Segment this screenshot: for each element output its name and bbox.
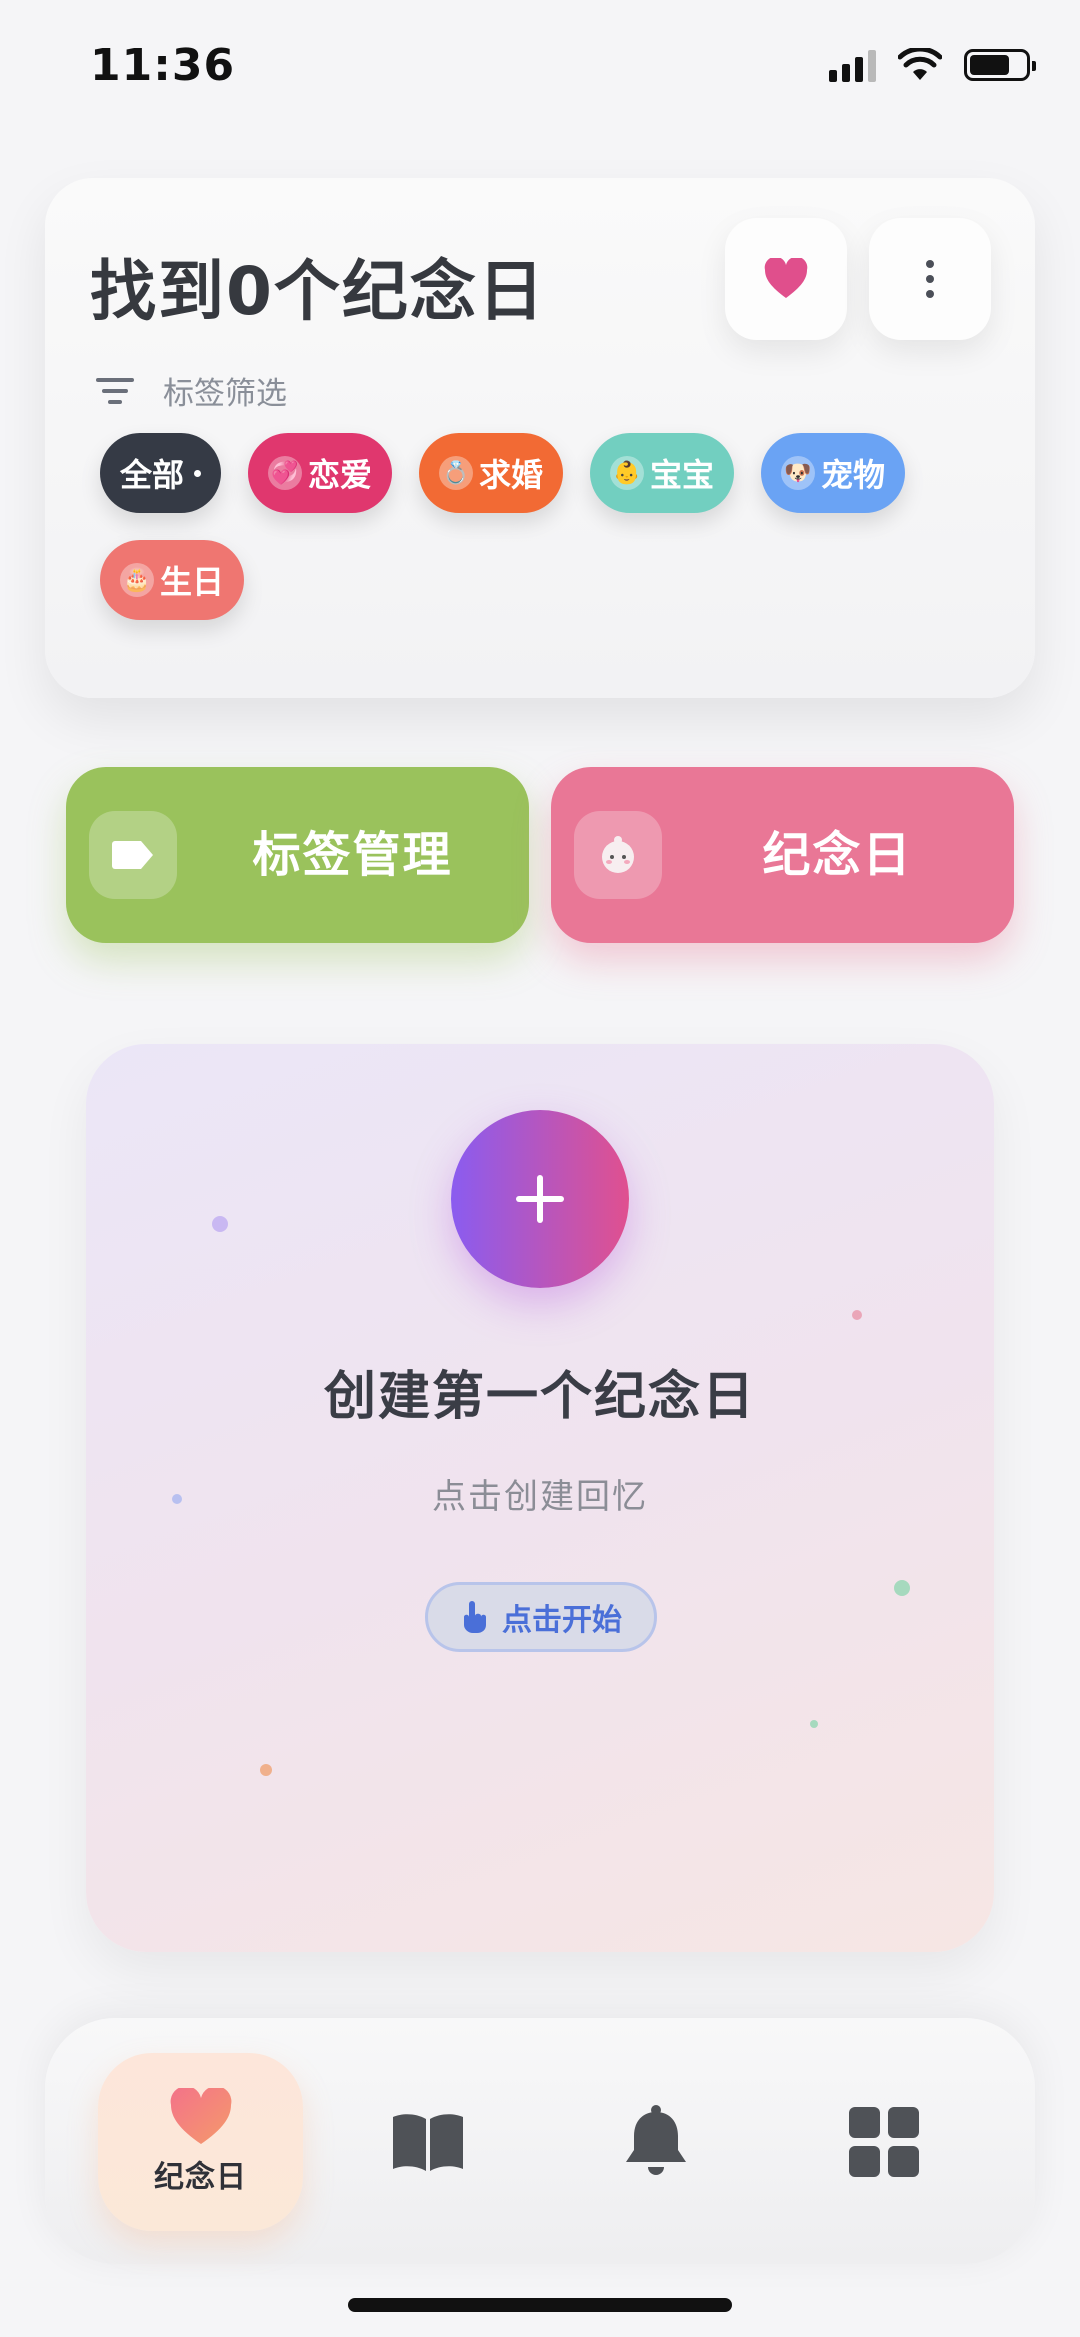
decor-dot [212, 1216, 228, 1232]
tag-management-label: 标签管理 [252, 827, 453, 883]
nav-tab-more[interactable] [781, 2053, 986, 2231]
cake-emoji-icon: 🎂 [120, 563, 154, 597]
nav-tab-book[interactable] [325, 2053, 530, 2231]
tag-filter-header: 标签筛选 [95, 368, 287, 413]
heart-icon [764, 258, 808, 298]
tag-chip-label: 求婚 [479, 456, 544, 494]
plus-icon [516, 1175, 564, 1223]
status-bar: 11:36 [0, 0, 1080, 130]
status-time: 11:36 [90, 40, 236, 91]
tag-filter-label: 标签筛选 [163, 376, 287, 412]
add-anniversary-button[interactable] [451, 1110, 629, 1288]
book-icon [392, 2114, 463, 2171]
signal-icon [829, 48, 876, 82]
tag-icon-wrapper [89, 811, 177, 899]
love-emoji-icon: 💞 [268, 456, 303, 490]
grid-icon [848, 2107, 919, 2177]
decor-dot [894, 1580, 910, 1596]
tag-chip-label: 生日 [160, 563, 225, 601]
wifi-icon [898, 48, 942, 80]
start-button[interactable]: 点击开始 [425, 1582, 657, 1652]
baby-emoji-icon: 👶 [610, 456, 645, 490]
tag-chip-label: 宠物 [821, 456, 886, 494]
pet-emoji-icon: 🐶 [781, 456, 816, 490]
home-indicator [348, 2298, 732, 2312]
tag-chip-love[interactable]: 💞 恋爱 [248, 433, 393, 513]
start-button-label: 点击开始 [502, 1603, 622, 1638]
summary-card: 找到0个纪念日 标签筛选 全部 💞 恋爱 💍 求婚 👶 宝宝 🐶 宠物 🎂 生日 [45, 178, 1035, 698]
decor-dot [260, 1764, 272, 1776]
tag-chip-label: 全部 [120, 456, 185, 494]
favorites-button[interactable] [725, 218, 847, 340]
nav-tab-notifications[interactable] [553, 2053, 758, 2231]
more-vertical-icon [926, 260, 934, 298]
tag-chip-label: 恋爱 [308, 456, 373, 494]
anniversary-label: 纪念日 [762, 827, 913, 883]
heart-icon [170, 2088, 231, 2144]
bottom-navigation: 纪念日 [45, 2018, 1035, 2264]
battery-icon [964, 49, 1036, 81]
decor-dot [810, 1720, 818, 1728]
filter-icon [95, 377, 135, 404]
anniversary-button[interactable]: 纪念日 [551, 767, 1014, 943]
tap-hand-icon [464, 1601, 486, 1633]
status-icons [829, 48, 1036, 82]
tag-management-button[interactable]: 标签管理 [66, 767, 529, 943]
mascot-icon [602, 836, 634, 873]
anniversary-icon-wrapper [574, 811, 662, 899]
page-title: 找到0个纪念日 [90, 253, 546, 330]
tag-chip-birthday[interactable]: 🎂 生日 [100, 540, 245, 620]
tag-chip-label: 宝宝 [650, 456, 715, 494]
tag-icon [112, 841, 153, 869]
tag-chip-list: 全部 💞 恋爱 💍 求婚 👶 宝宝 🐶 宠物 🎂 生日 [100, 433, 1000, 620]
tag-chip-proposal[interactable]: 💍 求婚 [419, 433, 564, 513]
tag-chip-all[interactable]: 全部 [100, 433, 222, 513]
more-options-button[interactable] [869, 218, 991, 340]
tag-chip-pet[interactable]: 🐶 宠物 [761, 433, 906, 513]
create-anniversary-card[interactable]: 创建第一个纪念日 点击创建回忆 点击开始 [86, 1044, 994, 1952]
ring-emoji-icon: 💍 [439, 456, 474, 490]
empty-state-title: 创建第一个纪念日 [323, 1367, 756, 1427]
nav-tab-anniversary[interactable]: 纪念日 [98, 2053, 303, 2231]
nav-tab-anniversary-label: 纪念日 [154, 2160, 247, 2195]
empty-state-subtitle: 点击创建回忆 [432, 1477, 648, 1517]
selected-dot-icon [194, 469, 202, 477]
decor-dot [852, 1310, 862, 1320]
bell-icon [625, 2105, 686, 2175]
tag-chip-baby[interactable]: 👶 宝宝 [590, 433, 735, 513]
